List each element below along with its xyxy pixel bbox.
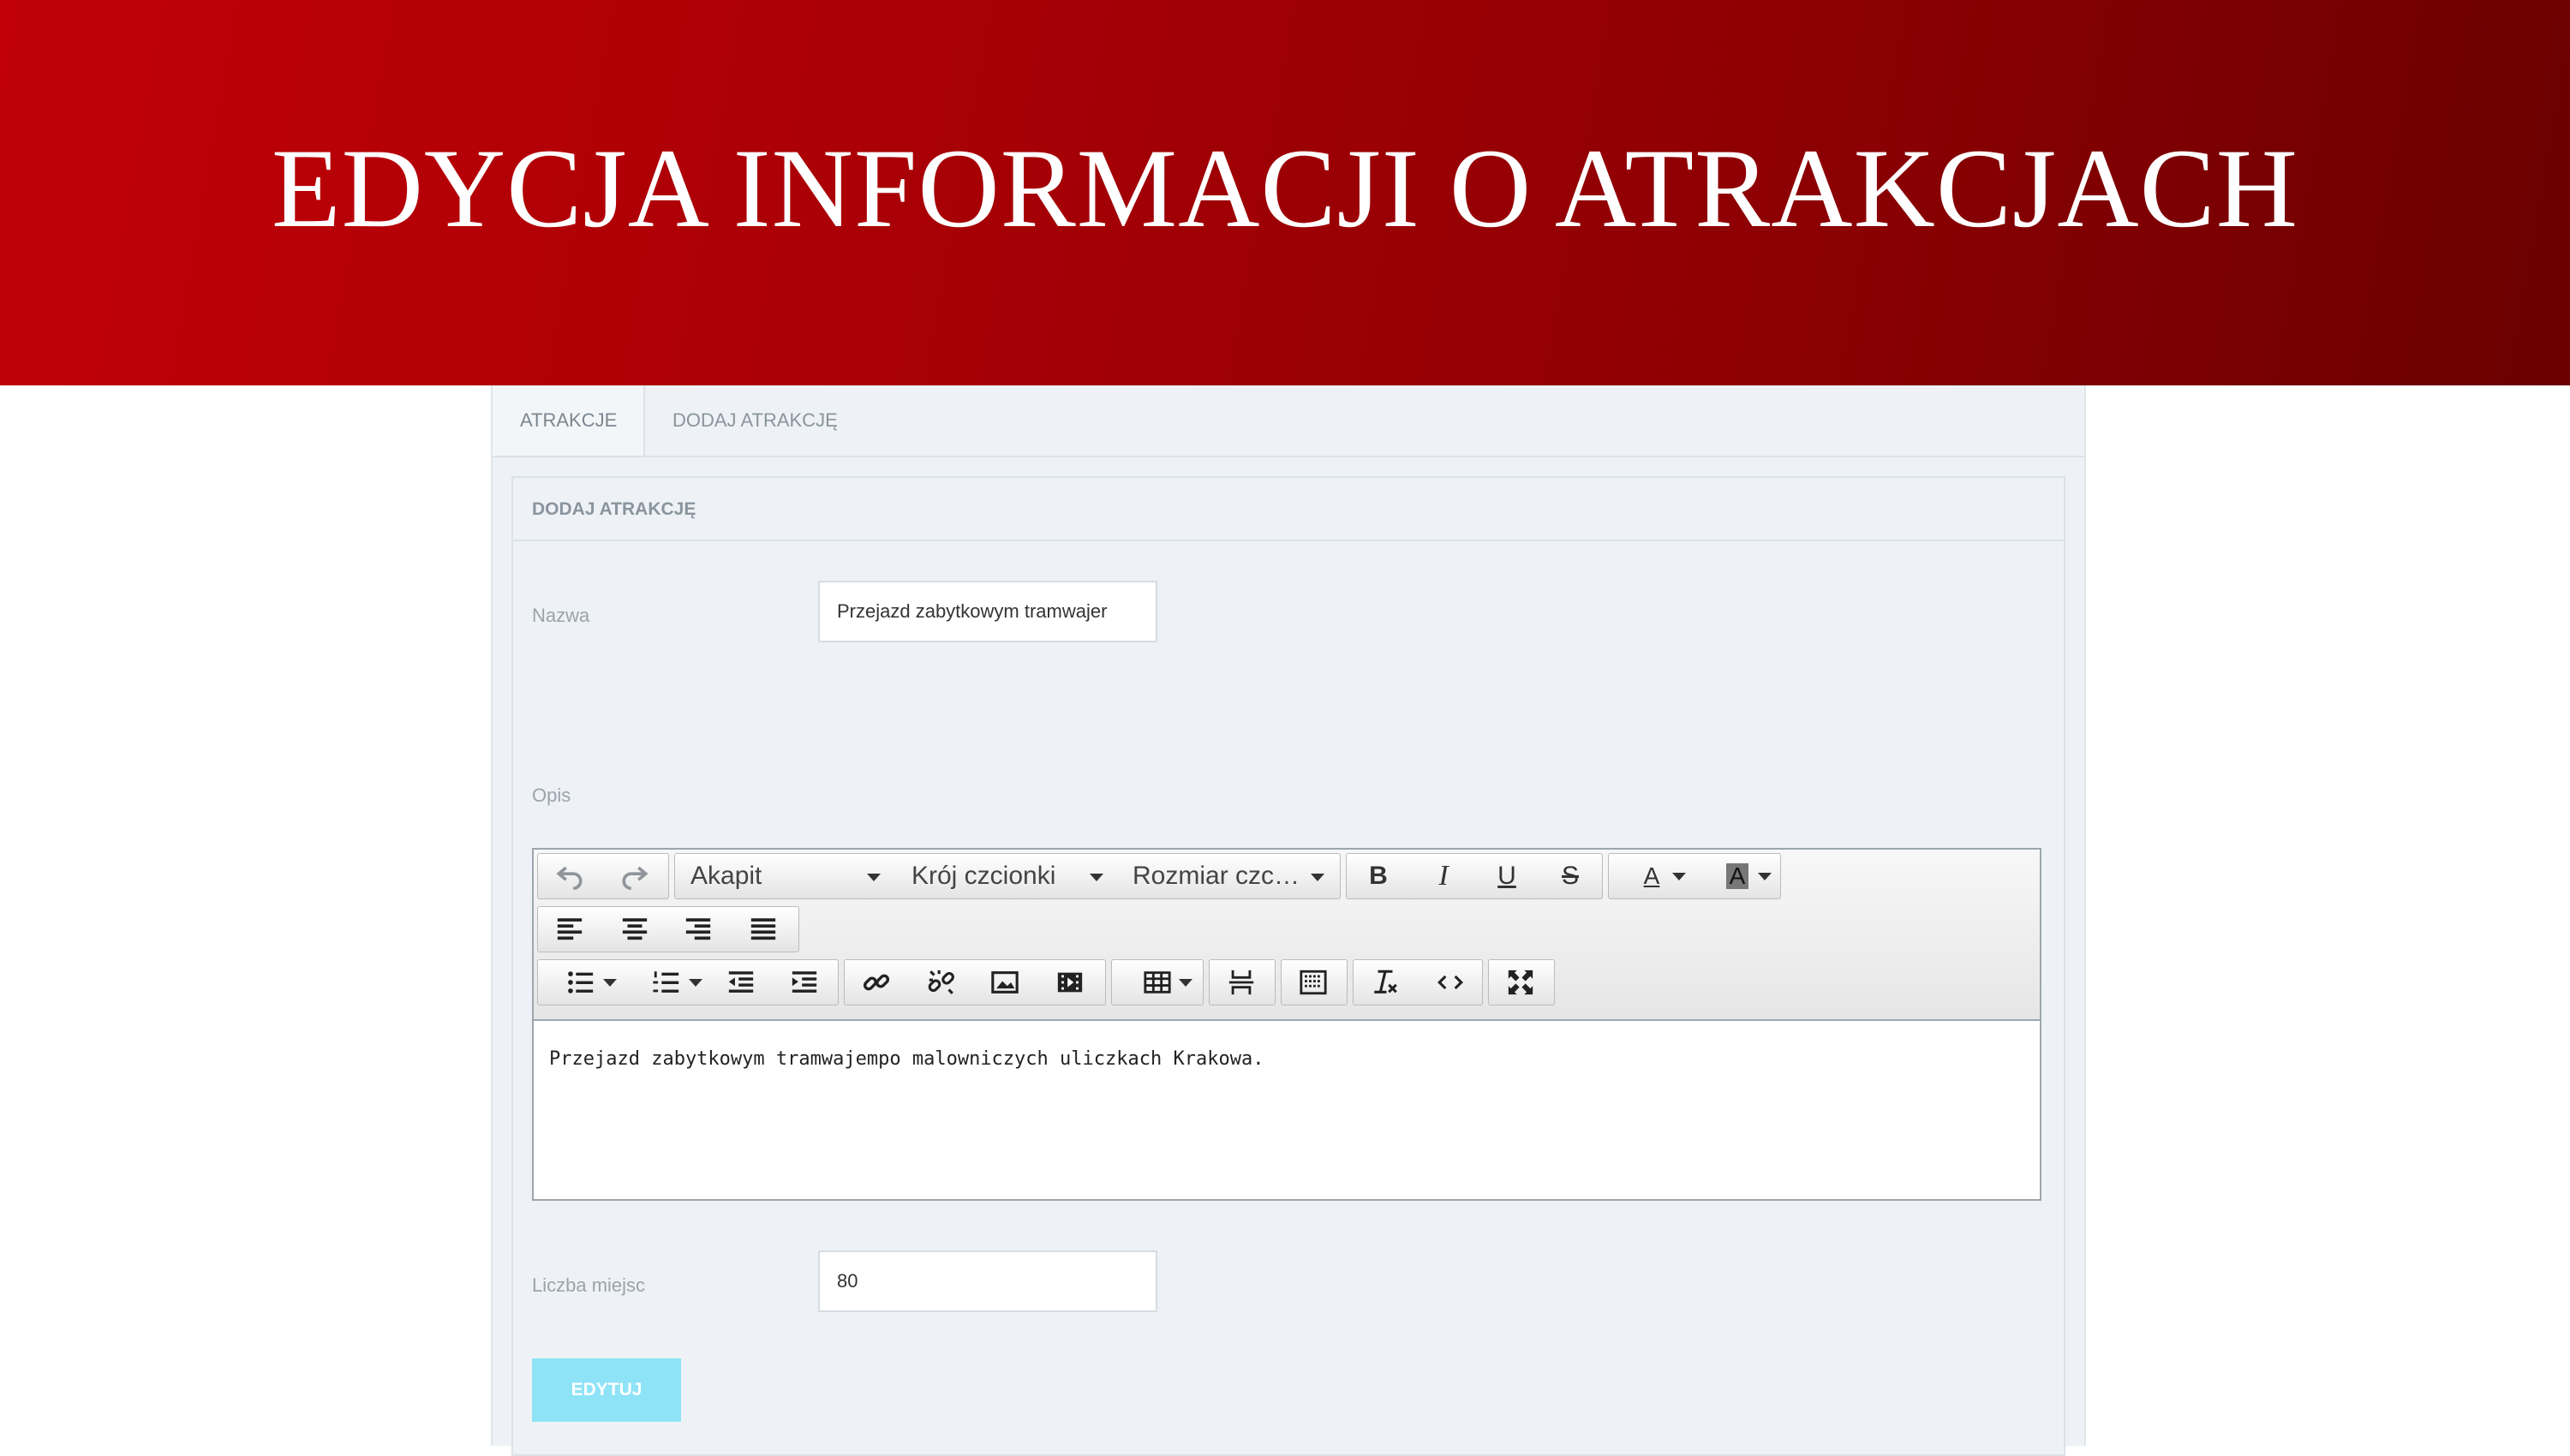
numbered-list-button[interactable] — [624, 960, 709, 1005]
link-button[interactable] — [845, 960, 908, 1005]
font-family-select[interactable]: Krój czcionki — [896, 854, 1117, 898]
chevron-down-icon — [1672, 873, 1686, 880]
edit-button[interactable]: EDYTUJ — [532, 1358, 681, 1422]
background-color-label: A — [1725, 863, 1749, 889]
undo-icon — [555, 862, 584, 891]
special-char-icon — [1299, 968, 1328, 997]
bullet-list-button[interactable] — [538, 960, 624, 1005]
horizontal-rule-button[interactable] — [1210, 960, 1273, 1005]
chevron-down-icon — [603, 979, 617, 987]
hr-icon — [1227, 968, 1256, 997]
editor-toolbar: Akapit Krój czcionki Rozmiar czc… B I U … — [534, 850, 2040, 1021]
insert-group — [844, 959, 1106, 1005]
background-color-button[interactable]: A — [1694, 854, 1780, 898]
special-char-group — [1281, 959, 1348, 1005]
tab-bar: ATRAKCJE DODAJ ATRAKCJĘ — [493, 385, 2084, 457]
align-left-icon — [555, 915, 584, 944]
unlink-button[interactable] — [910, 960, 973, 1005]
hr-group — [1209, 959, 1276, 1005]
format-group: Akapit Krój czcionki Rozmiar czc… — [674, 853, 1341, 899]
code-icon — [1436, 968, 1465, 997]
misc-group — [1353, 959, 1483, 1005]
bullet-list-icon — [566, 968, 595, 997]
redo-button[interactable] — [603, 854, 666, 898]
align-right-icon — [684, 915, 713, 944]
bold-button[interactable]: B — [1347, 854, 1410, 898]
paragraph-select[interactable]: Akapit — [675, 854, 898, 898]
undo-button[interactable] — [538, 854, 601, 898]
fullscreen-button[interactable] — [1489, 960, 1552, 1005]
align-right-button[interactable] — [666, 907, 730, 952]
form-heading: DODAJ ATRAKCJĘ — [513, 478, 2064, 541]
media-button[interactable] — [1038, 960, 1102, 1005]
align-justify-icon — [749, 915, 778, 944]
chevron-down-icon — [867, 874, 881, 881]
chevron-down-icon — [689, 979, 702, 987]
table-icon — [1143, 968, 1172, 997]
description-label: Opis — [532, 785, 571, 806]
seats-input[interactable]: 80 — [818, 1250, 1157, 1312]
align-left-button[interactable] — [538, 907, 601, 952]
font-size-value: Rozmiar czc… — [1133, 862, 1300, 890]
underline-button[interactable]: U — [1475, 854, 1539, 898]
table-button[interactable] — [1112, 960, 1203, 1005]
fullscreen-icon — [1506, 968, 1535, 997]
editor-content[interactable]: Przejazd zabytkowym tramwajempo malownic… — [549, 1048, 1264, 1070]
title-banner: EDYCJA INFORMACJI O ATRAKCJACH — [0, 0, 2570, 385]
name-label: Nazwa — [532, 605, 590, 626]
media-icon — [1055, 968, 1085, 997]
numbered-list-icon — [652, 968, 681, 997]
chevron-down-icon — [1311, 874, 1324, 881]
indent-icon — [790, 968, 819, 997]
page-title: EDYCJA INFORMACJI O ATRAKCJACH — [271, 124, 2299, 251]
outdent-icon — [726, 968, 756, 997]
special-character-button[interactable] — [1282, 960, 1345, 1005]
align-justify-button[interactable] — [732, 907, 795, 952]
align-center-button[interactable] — [603, 907, 666, 952]
outdent-button[interactable] — [709, 960, 773, 1005]
text-color-button[interactable]: A — [1609, 854, 1694, 898]
admin-panel: ATRAKCJE DODAJ ATRAKCJĘ DODAJ ATRAKCJĘ N… — [491, 385, 2086, 1456]
strikethrough-button[interactable]: S — [1539, 854, 1602, 898]
source-code-button[interactable] — [1419, 960, 1482, 1005]
link-icon — [862, 968, 891, 997]
history-group — [537, 853, 669, 899]
text-style-group: B I U S — [1346, 853, 1603, 899]
chevron-down-icon — [1758, 873, 1772, 880]
table-group — [1111, 959, 1204, 1005]
chevron-down-icon — [1179, 979, 1192, 987]
image-icon — [990, 968, 1019, 997]
form-panel: DODAJ ATRAKCJĘ Nazwa Przejazd zabytkowym… — [511, 476, 2065, 1456]
color-group: A A — [1608, 853, 1781, 899]
chevron-down-icon — [1090, 874, 1103, 881]
font-size-select[interactable]: Rozmiar czc… — [1117, 854, 1338, 898]
name-input[interactable]: Przejazd zabytkowym tramwajer — [818, 581, 1157, 642]
tab-atrakcje[interactable]: ATRAKCJE — [493, 385, 645, 456]
seats-label: Liczba miejsc — [532, 1274, 646, 1296]
clear-formatting-button[interactable] — [1354, 960, 1417, 1005]
alignment-group — [537, 906, 799, 952]
tab-dodaj-atrakcje[interactable]: DODAJ ATRAKCJĘ — [645, 385, 865, 456]
image-button[interactable] — [973, 960, 1037, 1005]
italic-button[interactable]: I — [1412, 854, 1475, 898]
font-family-value: Krój czcionki — [911, 862, 1056, 890]
text-color-label: A — [1643, 862, 1660, 889]
unlink-icon — [927, 968, 956, 997]
clear-format-icon — [1371, 968, 1400, 997]
indent-button[interactable] — [773, 960, 836, 1005]
list-group — [537, 959, 839, 1005]
redo-icon — [620, 862, 649, 891]
fullscreen-group — [1488, 959, 1555, 1005]
description-editor: Akapit Krój czcionki Rozmiar czc… B I U … — [532, 848, 2041, 1201]
paragraph-select-value: Akapit — [690, 862, 762, 890]
align-center-icon — [620, 915, 649, 944]
